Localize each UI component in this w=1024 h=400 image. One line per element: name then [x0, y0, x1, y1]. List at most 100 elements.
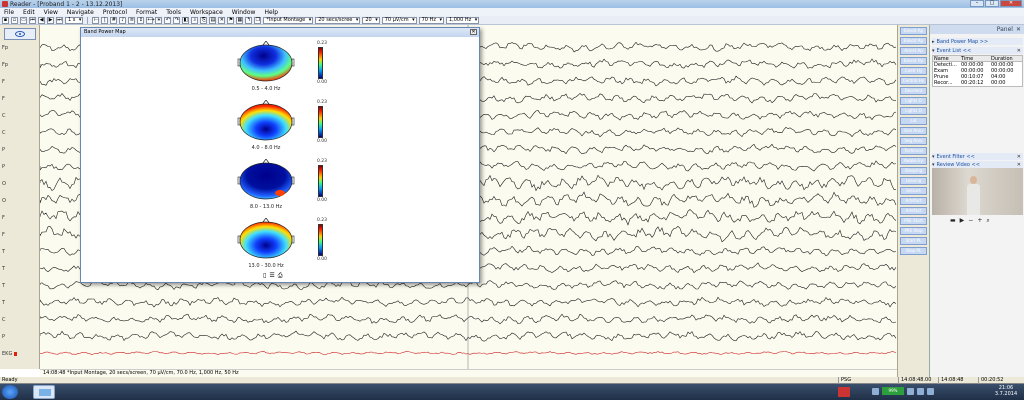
flag-icon[interactable]: [838, 387, 850, 397]
arrow-icon[interactable]: [872, 387, 879, 395]
grid-icon[interactable]: #: [110, 16, 118, 24]
battery-indicator[interactable]: 99%: [882, 387, 904, 395]
frame-icon[interactable]: ▦: [236, 16, 244, 24]
first-page-icon[interactable]: ⏮: [29, 16, 36, 24]
channel-label[interactable]: P: [2, 147, 5, 153]
save-icon[interactable]: ▪: [2, 16, 9, 24]
event-button[interactable]: Elevat Ap: [900, 27, 927, 35]
channel-label[interactable]: Fp: [2, 45, 8, 51]
language-icon[interactable]: [927, 387, 934, 395]
channel-label[interactable]: F: [2, 215, 5, 221]
close-icon[interactable]: ✕: [470, 29, 477, 35]
menu-help[interactable]: Help: [264, 9, 278, 16]
prev-icon[interactable]: ◀: [38, 16, 45, 24]
minimize-button[interactable]: –: [970, 0, 984, 7]
channel-label[interactable]: C: [2, 317, 6, 323]
channel-label[interactable]: P: [2, 164, 5, 170]
flag-icon[interactable]: ⚑: [227, 16, 235, 24]
zoom-in-icon[interactable]: +: [977, 217, 982, 225]
magnify-icon[interactable]: ⌕: [986, 217, 989, 225]
channel-label[interactable]: T: [2, 283, 5, 289]
event-button[interactable]: Lights O: [900, 97, 927, 105]
print-icon[interactable]: ⎙: [278, 272, 283, 280]
menu-window[interactable]: Window: [232, 9, 256, 16]
taskbar-app-button[interactable]: [33, 385, 55, 399]
delete-icon[interactable]: ✕: [218, 16, 226, 24]
table-row[interactable]: Recor... 00:20:12 00:00: [933, 80, 1022, 86]
close-button[interactable]: ✕: [1000, 0, 1022, 7]
event-button[interactable]: Artefact: [900, 197, 927, 205]
event-button[interactable]: Contr Hy: [900, 67, 927, 75]
event-button[interactable]: Central Hy: [900, 77, 927, 85]
menu-view[interactable]: View: [44, 9, 58, 16]
close-icon[interactable]: ✕: [1016, 26, 1021, 33]
close-icon[interactable]: ✕: [1017, 48, 1023, 54]
menu-workspace[interactable]: Workspace: [190, 9, 223, 16]
tool-icon[interactable]: ∗: [155, 16, 163, 24]
channel-count-select[interactable]: 20: [362, 16, 380, 24]
channel-label[interactable]: Fp: [2, 62, 8, 68]
close-icon[interactable]: ✕: [1017, 162, 1023, 168]
menu-navigate[interactable]: Navigate: [67, 9, 94, 16]
channel-label[interactable]: O: [2, 181, 6, 187]
channel-label[interactable]: T: [2, 300, 5, 306]
section-review-video[interactable]: ▾ Review Video << ✕: [932, 161, 1023, 168]
event-button[interactable]: Decelera: [900, 87, 927, 95]
menu-file[interactable]: File: [4, 9, 14, 16]
marker-icon[interactable]: |: [101, 16, 109, 24]
channel-label[interactable]: C: [2, 113, 6, 119]
redo-icon[interactable]: ↷: [173, 16, 181, 24]
section-event-list[interactable]: ▾ Event List << ✕: [932, 47, 1023, 54]
note-icon[interactable]: ♪: [119, 16, 127, 24]
new-page-icon[interactable]: ▯: [263, 272, 266, 280]
section-event-filter[interactable]: ▾ Event Filter << ✕: [932, 153, 1023, 160]
bolt-icon[interactable]: ϟ: [245, 16, 253, 24]
event-button[interactable]: Start PL: [900, 237, 927, 245]
channel-label-ekg[interactable]: EKG: [2, 351, 17, 357]
event-button[interactable]: Leaving: [900, 177, 927, 185]
close-icon[interactable]: ✕: [1017, 154, 1023, 160]
measure-icon[interactable]: ⟷: [146, 16, 155, 24]
channel-label[interactable]: T: [2, 266, 5, 272]
column-header[interactable]: Duration: [991, 56, 1021, 61]
band-power-map-titlebar[interactable]: Band Power Map ✕: [81, 28, 479, 37]
event-button[interactable]: Gen Arou: [900, 127, 927, 135]
section-band-power-map[interactable]: ▸ Band Power Map >>: [932, 38, 1023, 45]
channel-label[interactable]: P: [2, 334, 5, 340]
paste-icon[interactable]: ▤: [209, 16, 217, 24]
cursor-icon[interactable]: ↕: [137, 16, 145, 24]
column-header[interactable]: Time: [961, 56, 991, 61]
menu-format[interactable]: Format: [136, 9, 157, 16]
channel-label[interactable]: O: [2, 198, 6, 204]
high-filter-select[interactable]: 1,000 Hz: [445, 16, 480, 24]
start-button[interactable]: [2, 385, 18, 399]
event-button[interactable]: PRE Stop: [900, 227, 927, 235]
screen-duration-select[interactable]: 20 secs/scree: [315, 16, 361, 24]
event-button[interactable]: Awake Ey: [900, 157, 927, 165]
event-button[interactable]: Techincal: [900, 147, 927, 155]
volume-icon[interactable]: [917, 387, 924, 395]
event-button[interactable]: Elevat Hy: [900, 57, 927, 65]
folder-icon[interactable]: ▭: [20, 16, 27, 24]
event-button[interactable]: Elevat Ap: [900, 37, 927, 45]
band-power-map-window[interactable]: Band Power Map ✕ 0.5 - 4.0 Hz 0.23 0.00 …: [80, 27, 480, 283]
view-toggle-button[interactable]: [4, 28, 36, 40]
sensitivity-select[interactable]: 70 µV/cm: [381, 16, 417, 24]
event-button[interactable]: Sleeping: [900, 167, 927, 175]
search-icon[interactable]: ⌕: [191, 16, 199, 24]
channel-label[interactable]: F: [2, 96, 5, 102]
maximize-button[interactable]: □: [985, 0, 999, 7]
menu-tools[interactable]: Tools: [166, 9, 181, 16]
map-icon[interactable]: ◧: [182, 16, 190, 24]
channel-label[interactable]: F: [2, 79, 5, 85]
low-filter-select[interactable]: 70 Hz: [418, 16, 444, 24]
channel-label[interactable]: F: [2, 232, 5, 238]
menu-edit[interactable]: Edit: [23, 9, 35, 16]
print-icon[interactable]: ▫: [11, 16, 18, 24]
column-header[interactable]: Name: [933, 56, 961, 61]
next-icon[interactable]: ▶: [47, 16, 54, 24]
undo-icon[interactable]: ↶: [164, 16, 172, 24]
channel-label[interactable]: C: [2, 130, 6, 136]
event-button[interactable]: Arrest Ap: [900, 47, 927, 55]
zoom-out-icon[interactable]: −: [968, 217, 973, 225]
